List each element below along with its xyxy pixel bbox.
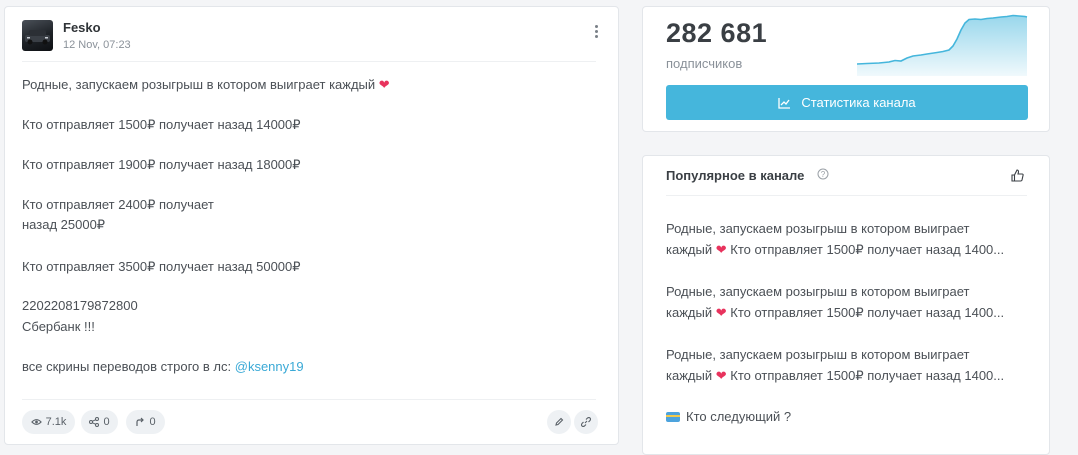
- post-text-line: Родные, запускаем розыгрыш в котором выи…: [22, 77, 390, 92]
- post-date: 12 Nov, 07:23: [63, 39, 131, 51]
- shares-counter[interactable]: 0: [81, 410, 118, 434]
- edit-button[interactable]: [547, 410, 571, 434]
- header-divider: [22, 61, 596, 62]
- views-count: 7.1k: [45, 416, 67, 428]
- eye-icon: [30, 419, 42, 425]
- edit-icon: [555, 417, 564, 426]
- forward-icon: [136, 417, 145, 426]
- post-text-line: Кто отправляет 2400₽ получает: [22, 197, 214, 212]
- copy-link-button[interactable]: [574, 410, 598, 434]
- author-name[interactable]: Fesko: [63, 20, 101, 35]
- post-text-line: Кто отправляет 1500₽ получает назад 1400…: [22, 117, 301, 132]
- channel-stats-card: 282 681 подписчиков Статистика канала: [642, 6, 1050, 132]
- bank-name: Сбербанк !!!: [22, 319, 95, 334]
- share-icon: [89, 417, 100, 427]
- channel-stats-button[interactable]: Статистика канала: [666, 85, 1028, 120]
- shares-count: 0: [103, 416, 110, 428]
- heart-emoji: ❤: [715, 368, 727, 383]
- footer-divider: [22, 399, 596, 400]
- popular-divider: [666, 195, 1027, 196]
- username-link[interactable]: @ksenny19: [235, 359, 304, 374]
- forwards-counter[interactable]: 0: [126, 410, 165, 434]
- popular-post-item[interactable]: Родные, запускаем розыгрыш в котором выи…: [666, 218, 1031, 260]
- subscriber-count: 282 681: [666, 18, 768, 48]
- views-counter[interactable]: 7.1k: [22, 410, 75, 434]
- popular-in-channel-card: Популярное в канале ? Родные, запускаем …: [642, 155, 1050, 455]
- link-icon: [581, 417, 591, 427]
- heart-emoji: ❤: [715, 242, 727, 257]
- post-card: Fesko 12 Nov, 07:23 Родные, запускаем ро…: [4, 6, 619, 445]
- chart-icon: [778, 97, 791, 109]
- help-icon[interactable]: ?: [817, 168, 829, 180]
- svg-text:?: ?: [821, 170, 826, 179]
- post-text-line: Кто отправляет 1900₽ получает назад 1800…: [22, 157, 301, 172]
- popular-post-item[interactable]: Родные, запускаем розыгрыш в котором выи…: [666, 344, 1031, 386]
- post-text-line: Кто отправляет 3500₽ получает назад 5000…: [22, 259, 301, 274]
- popular-post-item[interactable]: Кто следующий ?: [666, 406, 1031, 427]
- subscriber-sparkline: [857, 14, 1028, 76]
- channel-stats-button-label: Статистика канала: [801, 95, 916, 110]
- card-number: 2202208179872800: [22, 298, 138, 313]
- thumbs-up-icon[interactable]: [1011, 169, 1024, 182]
- popular-post-item[interactable]: Родные, запускаем розыгрыш в котором выи…: [666, 281, 1031, 323]
- heart-emoji: ❤: [378, 77, 390, 92]
- heart-emoji: ❤: [715, 305, 727, 320]
- menu-dots-icon[interactable]: [589, 25, 603, 45]
- avatar[interactable]: [22, 20, 53, 51]
- forwards-count: 0: [149, 416, 156, 428]
- popular-title: Популярное в канале: [666, 168, 805, 183]
- subscriber-label: подписчиков: [666, 56, 743, 71]
- credit-card-icon: [666, 412, 680, 422]
- post-text-line: все скрины переводов строго в лс: @ksenn…: [22, 359, 304, 374]
- post-text-line: назад 25000₽: [22, 217, 106, 232]
